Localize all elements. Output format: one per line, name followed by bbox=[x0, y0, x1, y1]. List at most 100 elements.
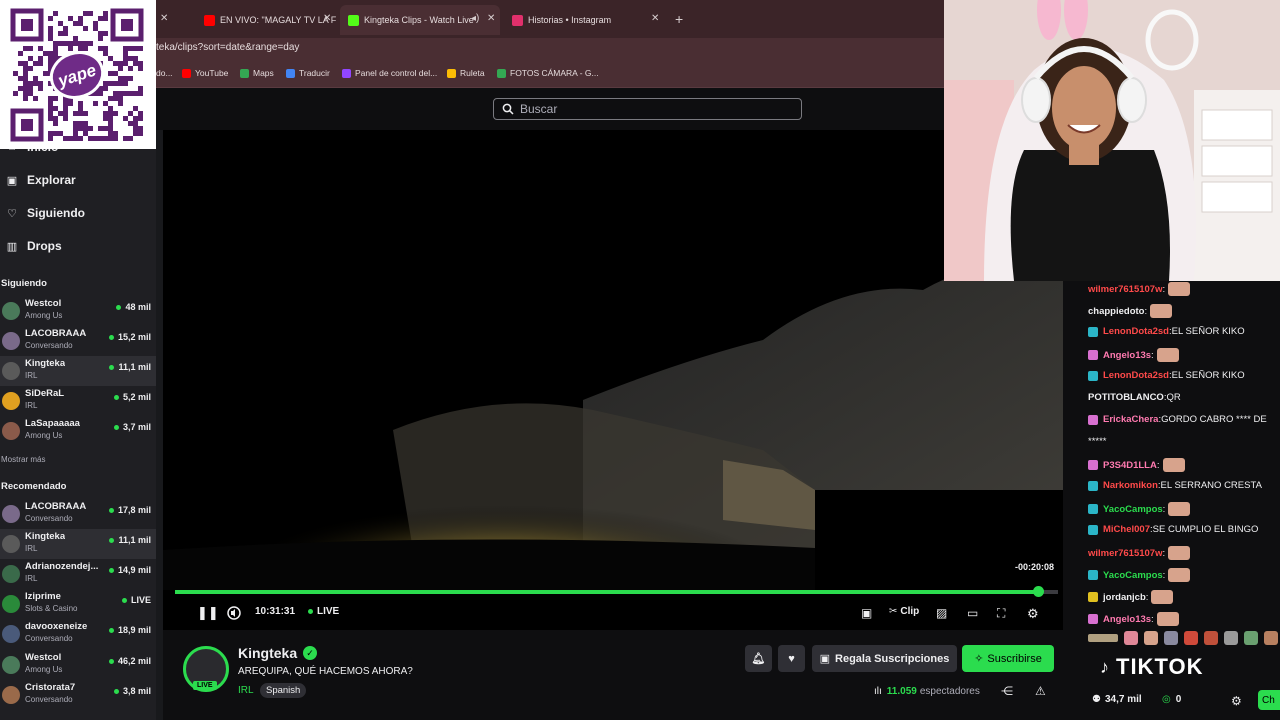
bookmark-youtube[interactable]: YouTube bbox=[182, 68, 228, 78]
viewer-count-text: 15,2 mil bbox=[117, 332, 151, 342]
channel-item[interactable]: Adrianozendej... IRL 14,9 mil bbox=[0, 559, 156, 589]
bookmark-panel[interactable]: Panel de control del... bbox=[342, 68, 437, 78]
close-tab-icon[interactable]: ✕ bbox=[487, 13, 495, 24]
search-placeholder: Buscar bbox=[520, 102, 558, 116]
category-link[interactable]: IRL bbox=[238, 685, 254, 696]
nav-drops[interactable]: ▥ Drops bbox=[6, 239, 62, 253]
qr-cell bbox=[53, 96, 58, 101]
chat-send-button[interactable]: Ch bbox=[1258, 690, 1280, 710]
chat-username[interactable]: MiChel007 bbox=[1103, 524, 1150, 535]
chat-username[interactable]: Narkomikon bbox=[1103, 480, 1158, 491]
chat-text: QR bbox=[1166, 392, 1181, 403]
gift-subs-button[interactable]: ▣ Regala Suscripciones bbox=[812, 645, 957, 672]
streamer-name[interactable]: Kingteka bbox=[238, 645, 297, 661]
bookmark-item[interactable]: do... bbox=[156, 68, 173, 78]
follow-heart-icon[interactable]: ♥ bbox=[778, 645, 805, 672]
channel-item[interactable]: Cristorata7 Conversando 3,8 mil bbox=[0, 680, 156, 710]
qr-cell bbox=[98, 46, 103, 51]
qr-cell bbox=[98, 16, 103, 21]
chat-username[interactable]: chappiedoto bbox=[1088, 306, 1144, 317]
channel-item[interactable]: Westcol Among Us 48 mil bbox=[0, 296, 156, 326]
bookmark-ruleta[interactable]: Ruleta bbox=[447, 68, 485, 78]
qr-cell bbox=[103, 111, 108, 116]
progress-handle[interactable] bbox=[1033, 586, 1044, 597]
captions-icon[interactable]: ▭ bbox=[967, 606, 978, 620]
chat-username[interactable]: wilmer7615107w bbox=[1088, 284, 1162, 295]
share-icon[interactable]: ⋲ bbox=[1001, 684, 1013, 698]
close-tab-icon[interactable]: ✕ bbox=[651, 13, 659, 24]
channel-item[interactable]: SiDeRaL IRL 5,2 mil bbox=[0, 386, 156, 416]
chat-username[interactable]: Angelo13s bbox=[1103, 614, 1151, 625]
channel-points[interactable]: ◎ 0 bbox=[1162, 694, 1181, 705]
chat-username[interactable]: jordanjcb bbox=[1103, 592, 1146, 603]
drive-icon bbox=[497, 68, 506, 78]
nav-explorar[interactable]: ▣ Explorar bbox=[6, 173, 76, 187]
chat-username[interactable]: LenonDota2sd bbox=[1103, 326, 1169, 337]
close-tab-icon[interactable]: ✕ bbox=[323, 13, 331, 24]
chat-username[interactable]: YacoCampos bbox=[1103, 570, 1163, 581]
bookmark-maps[interactable]: Maps bbox=[240, 68, 274, 78]
subscribe-button[interactable]: ✧ Suscribirse bbox=[962, 645, 1054, 672]
language-tag[interactable]: Spanish bbox=[260, 683, 307, 698]
qr-cell bbox=[78, 111, 83, 116]
bookmark-label: Traducir bbox=[299, 68, 330, 78]
chat-username[interactable]: LenonDota2sd bbox=[1103, 370, 1169, 381]
qr-cell bbox=[123, 51, 128, 56]
channel-item[interactable]: Kingteka IRL 11,1 mil bbox=[0, 529, 156, 559]
chat-text: ***** bbox=[1088, 436, 1107, 447]
avatar bbox=[2, 332, 20, 350]
qr-cell bbox=[83, 131, 88, 136]
channel-item[interactable]: LACOBRAAA Conversando 17,8 mil bbox=[0, 499, 156, 529]
bookmark-fotos[interactable]: FOTOS CÁMARA - G... bbox=[497, 68, 599, 78]
chat-username[interactable]: YacoCampos bbox=[1103, 504, 1163, 515]
show-more-link[interactable]: Mostrar más bbox=[1, 455, 45, 464]
channel-item[interactable]: Westcol Among Us 46,2 mil bbox=[0, 650, 156, 680]
fullscreen-icon[interactable]: ⛶ bbox=[997, 606, 1005, 621]
video-player[interactable] bbox=[163, 130, 1063, 630]
bookmark-traducir[interactable]: Traducir bbox=[286, 68, 330, 78]
qr-cell bbox=[73, 136, 78, 141]
notification-bell-icon[interactable]: 🔔︎ bbox=[745, 645, 772, 672]
pause-icon[interactable]: ❚❚ bbox=[197, 605, 219, 621]
channel-item[interactable]: davooxeneize Conversando 18,9 mil bbox=[0, 619, 156, 649]
drops-icon: ▥ bbox=[6, 240, 18, 253]
chat-username[interactable]: Angelo13s bbox=[1103, 350, 1151, 361]
settings-gear-icon[interactable]: ⚙ bbox=[1027, 606, 1039, 622]
chat-settings-gear-icon[interactable]: ⚙ bbox=[1231, 694, 1242, 708]
channel-game: Conversando bbox=[25, 695, 73, 704]
qr-cell bbox=[138, 46, 143, 51]
qr-cell bbox=[128, 66, 133, 71]
avatar bbox=[2, 656, 20, 674]
close-tab-icon[interactable]: ✕ bbox=[160, 13, 168, 24]
url-text[interactable]: teka/clips?sort=date&range=day bbox=[156, 42, 299, 53]
live-dot bbox=[108, 567, 114, 573]
channel-item[interactable]: Iziprime Slots & Casino LIVE bbox=[0, 589, 156, 619]
channel-item[interactable]: LaSapaaaaa Among Us 3,7 mil bbox=[0, 416, 156, 446]
stats-icon[interactable]: ▨ bbox=[936, 606, 947, 620]
avatar bbox=[2, 625, 20, 643]
clip-button[interactable]: ✂ Clip bbox=[889, 606, 919, 617]
chat-emote-icon bbox=[1168, 546, 1191, 560]
qr-cell bbox=[128, 46, 133, 51]
qr-cell bbox=[108, 96, 113, 101]
theater-icon[interactable]: ▣ bbox=[861, 606, 872, 620]
chat-username[interactable]: P3S4D1LLA bbox=[1103, 460, 1157, 471]
instagram-favicon-icon bbox=[512, 14, 523, 26]
chat-username[interactable]: wilmer7615107w bbox=[1088, 548, 1162, 559]
qr-cell bbox=[108, 111, 113, 116]
browser-tab[interactable]: EN VIVO: "MAGALY TV LA FI bbox=[196, 8, 336, 32]
qr-cell bbox=[73, 131, 78, 136]
volume-icon[interactable] bbox=[227, 606, 241, 620]
speaker-icon[interactable]: ◂) bbox=[471, 13, 479, 24]
chat-username[interactable]: POTITOBLANCO bbox=[1088, 392, 1164, 403]
report-icon[interactable]: ⚠ bbox=[1035, 684, 1046, 698]
tiktok-text: TIKTOK bbox=[1116, 654, 1204, 679]
live-dot bbox=[121, 597, 127, 603]
browser-tab[interactable]: Historias • Instagram bbox=[504, 8, 664, 32]
channel-item-active[interactable]: Kingteka IRL 11,1 mil bbox=[0, 356, 156, 386]
nav-siguiendo[interactable]: ♡ Siguiendo bbox=[6, 206, 85, 220]
search-input[interactable]: Buscar bbox=[493, 98, 802, 120]
new-tab-button[interactable]: + bbox=[675, 11, 683, 27]
chat-username[interactable]: ErickaChera bbox=[1103, 414, 1158, 425]
channel-item[interactable]: LACOBRAAA Conversando 15,2 mil bbox=[0, 326, 156, 356]
